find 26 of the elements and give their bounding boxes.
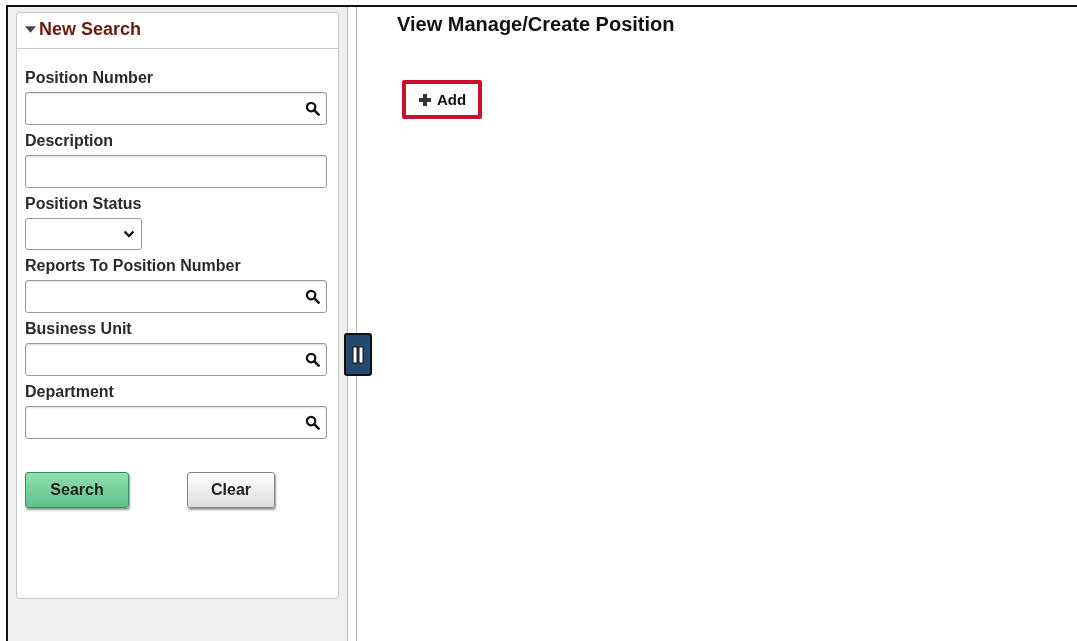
collapse-handle[interactable] xyxy=(344,333,372,376)
caret-icon xyxy=(25,26,36,33)
field-label: Position Number xyxy=(25,69,154,87)
search-icon[interactable] xyxy=(305,289,320,304)
search-icon[interactable] xyxy=(305,415,320,430)
search-button[interactable]: Search xyxy=(25,472,129,508)
field-label: Description xyxy=(25,132,114,150)
lookup-field[interactable] xyxy=(25,406,327,439)
add-button[interactable]: Add xyxy=(402,80,483,119)
dropdown-field[interactable] xyxy=(25,218,142,250)
page-title: View Manage/Create Position xyxy=(397,13,676,36)
search-icon[interactable] xyxy=(305,352,320,367)
plus-icon xyxy=(418,92,432,107)
field-label: Reports To Position Number xyxy=(25,257,242,275)
new-search-toggle[interactable]: New Search xyxy=(25,19,142,40)
pause-icon xyxy=(352,345,364,364)
input-field[interactable] xyxy=(25,155,327,188)
clear-button[interactable]: Clear xyxy=(187,472,275,508)
field-label: Business Unit xyxy=(25,320,133,338)
lookup-field[interactable] xyxy=(25,280,327,313)
search-icon[interactable] xyxy=(305,101,320,116)
lookup-field[interactable] xyxy=(25,92,327,125)
chevron-icon xyxy=(123,230,135,238)
lookup-field[interactable] xyxy=(25,343,327,376)
field-label: Department xyxy=(25,383,115,401)
field-label: Position Status xyxy=(25,195,143,213)
